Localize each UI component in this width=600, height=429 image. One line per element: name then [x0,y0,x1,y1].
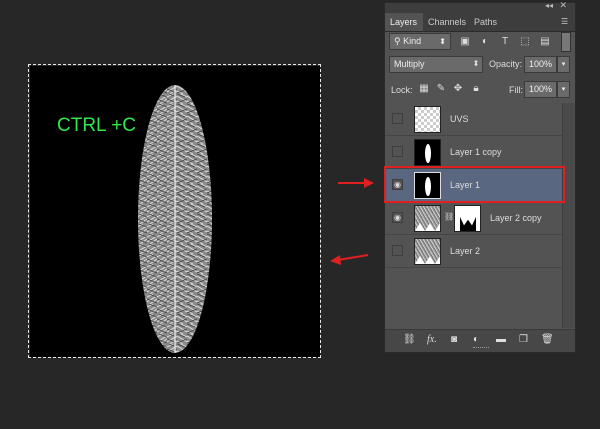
opacity-label: Opacity: [489,59,523,69]
layer-row[interactable]: Layer 1 copy [385,136,563,169]
layer-name: Layer 2 [450,246,481,256]
layer-thumbnail [414,106,441,133]
panel-tabs: Layers Channels Paths ☰ [385,13,575,32]
pixel-filter-icon[interactable]: ▣ [459,36,471,48]
close-icon[interactable]: ✕ [559,0,567,11]
opacity-dropdown-icon[interactable]: ▾ [557,56,570,73]
lock-position-icon[interactable]: ✥ [452,83,464,95]
type-filter-icon[interactable]: T [499,36,511,48]
tab-channels[interactable]: Channels [423,13,469,31]
layer-thumbnail [414,205,441,232]
visibility-toggle[interactable] [392,146,403,157]
layer-thumbnail [414,238,441,265]
resize-grip[interactable] [473,347,489,351]
chevron-down-icon: ⬍ [439,37,446,46]
add-mask-icon[interactable]: ◙ [451,334,457,345]
layer-name: Layer 1 copy [450,147,502,157]
fill-input[interactable]: 100% [524,81,557,98]
tab-layers[interactable]: Layers [385,13,423,31]
adjustment-layer-icon[interactable]: ◐ [473,334,479,345]
search-icon: ⚲ [394,36,404,46]
layer-row[interactable]: Layer 2 [385,235,563,268]
layers-scrollbar[interactable] [562,103,575,328]
tab-paths[interactable]: Paths [469,13,505,31]
fill-label: Fill: [509,85,523,95]
lock-image-icon[interactable]: ✎ [435,83,447,95]
link-layers-icon[interactable]: ⛓ [403,334,416,345]
filter-kind-label: Kind [403,36,422,46]
blend-mode-select[interactable]: Multiply [389,56,483,73]
chevron-down-icon: ⬍ [472,59,480,68]
panel-footer: ⛓ fx. ◙ ◐ ▬ ❐ 🗑︎ [385,329,575,352]
smart-object-filter-icon[interactable]: ▤ [539,36,551,48]
layer-name: UVS [450,114,469,124]
shape-filter-icon[interactable]: ⬚ [519,36,531,48]
layer-row[interactable]: ◉ ⛓ Layer 2 copy [385,202,563,235]
opacity-input[interactable]: 100% [524,56,557,73]
folder-icon[interactable]: ▬ [496,334,506,345]
layer-row[interactable]: UVS [385,103,563,136]
lock-all-icon[interactable]: 🔒︎ [470,83,482,95]
filter-toggle-switch[interactable] [561,32,571,52]
layer-thumbnail [414,139,441,166]
visibility-toggle[interactable] [392,245,403,256]
adjustment-filter-icon[interactable]: ◐ [479,36,491,48]
layer-mask-thumbnail[interactable] [454,205,481,232]
annotation-highlight-box [384,166,565,203]
filter-kind-select[interactable]: ⚲ Kind ⬍ [389,33,451,50]
fill-dropdown-icon[interactable]: ▾ [557,81,570,98]
lock-transparency-icon[interactable]: ▦ [418,83,430,95]
panel-menu-icon[interactable]: ☰ [561,17,571,27]
lock-label: Lock: [391,85,413,95]
layer-name: Layer 2 copy [490,213,542,223]
link-icon[interactable]: ⛓ [444,212,454,221]
annotation-arrow-right [338,178,374,188]
fx-icon[interactable]: fx. [427,334,437,345]
trash-icon[interactable]: 🗑︎ [541,334,554,345]
new-layer-icon[interactable]: ❐ [519,334,528,345]
panel-title-bar: ◂◂ ✕ [385,0,575,13]
collapse-icon[interactable]: ◂◂ [545,1,553,10]
overlay-shortcut-text: CTRL +C [57,115,137,136]
oval-texture-shape [138,85,212,353]
annotation-arrow-left [330,254,369,265]
eye-icon[interactable]: ◉ [392,212,403,223]
visibility-toggle[interactable] [392,113,403,124]
